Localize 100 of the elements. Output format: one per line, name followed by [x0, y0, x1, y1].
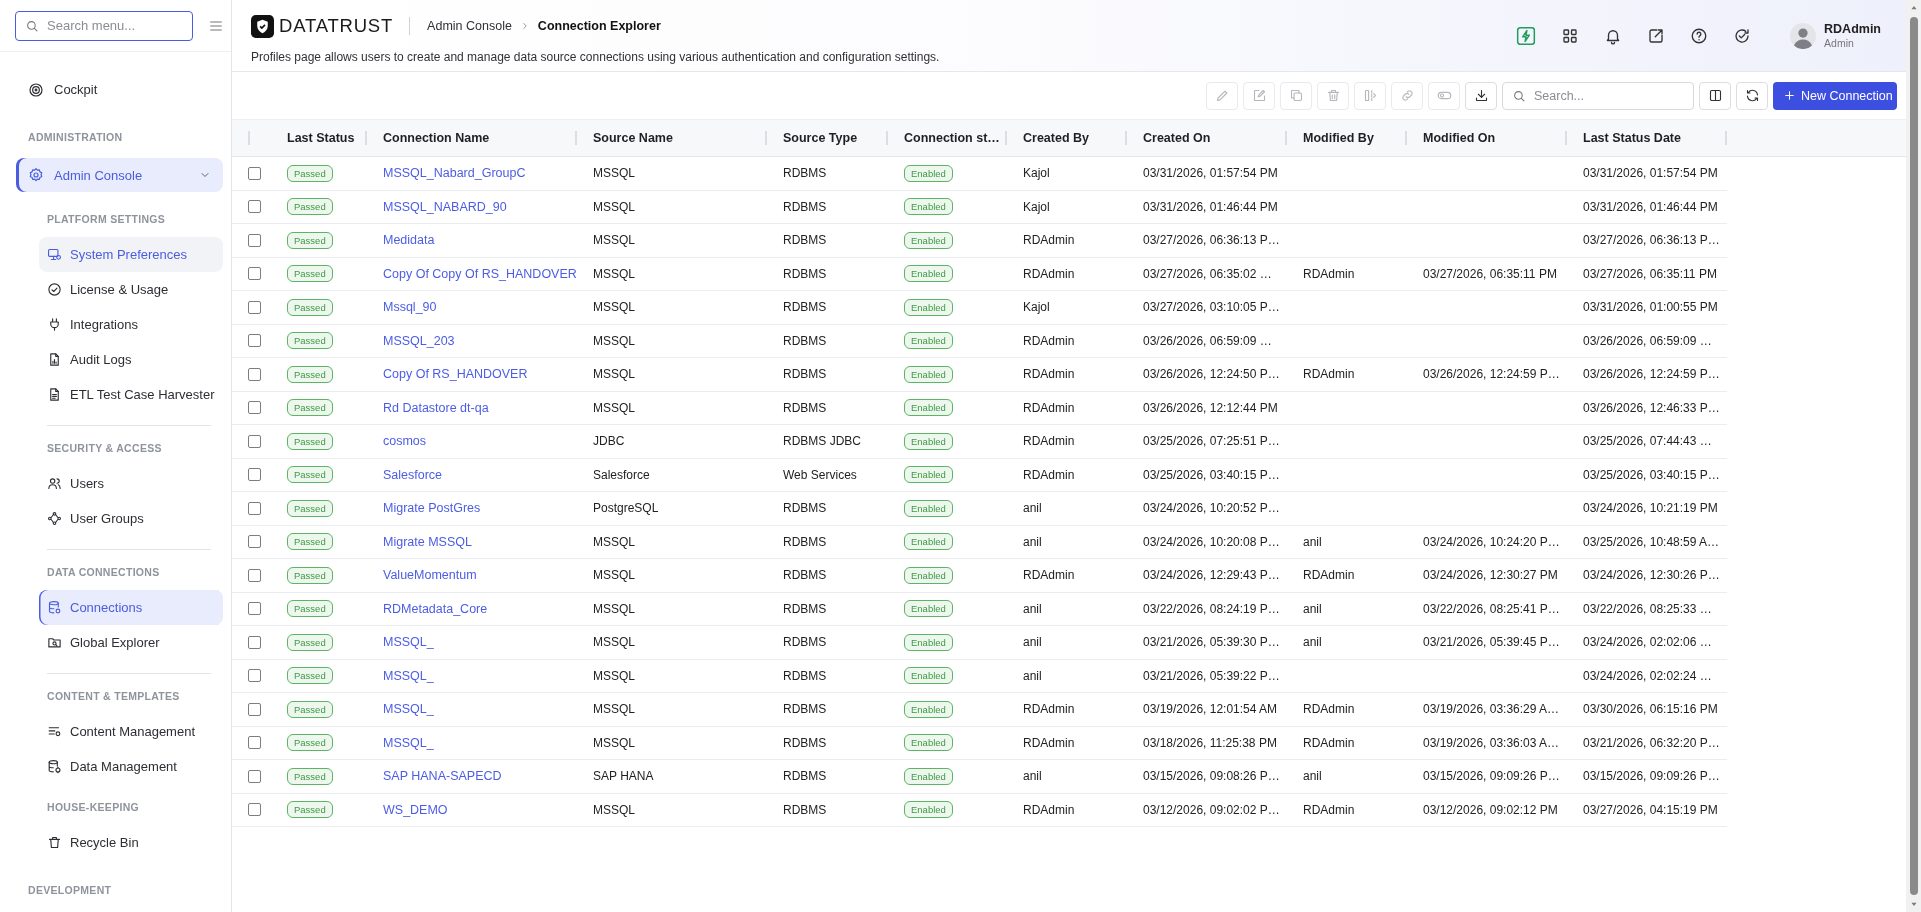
modified-on: 03/26/2026, 12:24:59 P…: [1423, 367, 1560, 382]
source-name: MSSQL: [593, 233, 635, 248]
checkbox[interactable]: [248, 401, 261, 415]
connection-link[interactable]: Migrate MSSQL: [383, 534, 472, 549]
nav-item[interactable]: Content Management: [39, 714, 223, 749]
checkbox[interactable]: [248, 233, 261, 247]
new-connection-button[interactable]: New Connection: [1773, 81, 1897, 110]
last-status-date: 03/30/2026, 06:15:16 PM: [1583, 702, 1718, 717]
status-badge: Passed: [287, 767, 333, 785]
source-type: RDBMS: [783, 702, 827, 717]
download-button[interactable]: [1465, 81, 1497, 110]
source-name: PostgreSQL: [593, 501, 659, 516]
source-name: MSSQL: [593, 735, 635, 750]
column-header[interactable]: Last Status: [287, 131, 355, 145]
checkbox[interactable]: [248, 535, 261, 549]
checkbox[interactable]: [248, 434, 261, 448]
nav-item[interactable]: Cockpit: [16, 72, 223, 107]
scrollbar[interactable]: [1906, 0, 1921, 912]
nav-item[interactable]: User Groups: [39, 501, 223, 536]
connection-link[interactable]: MSSQL_NABARD_90: [383, 199, 507, 214]
checkbox[interactable]: [248, 602, 261, 616]
nav-group[interactable]: Admin Console: [16, 158, 223, 192]
checkbox[interactable]: [248, 468, 261, 482]
modified-on: 03/27/2026, 06:35:11 PM: [1423, 266, 1557, 281]
checkbox[interactable]: [248, 300, 261, 314]
column-header[interactable]: Connection Name: [383, 131, 490, 145]
connection-link[interactable]: MSSQL_Nabard_GroupC: [383, 166, 526, 181]
column-header[interactable]: Source Type: [783, 131, 858, 145]
database-gear-icon: [47, 600, 62, 615]
connection-link[interactable]: SAP HANA-SAPECD: [383, 769, 502, 784]
lightning-icon[interactable]: [1516, 25, 1537, 46]
column-header[interactable]: Last Status Date: [1583, 131, 1681, 145]
connection-link[interactable]: WS_DEMO: [383, 802, 448, 817]
breadcrumb-item[interactable]: Admin Console: [427, 18, 512, 34]
checkbox[interactable]: [248, 568, 261, 582]
trash-icon: [1325, 88, 1341, 103]
nav-item[interactable]: License & Usage: [39, 272, 223, 307]
connection-link[interactable]: MSSQL_: [383, 735, 434, 750]
apps-grid-icon[interactable]: [1561, 26, 1580, 45]
checkbox[interactable]: [248, 367, 261, 381]
nav-item[interactable]: System Preferences: [39, 237, 223, 272]
source-type: RDBMS: [783, 601, 827, 616]
search-field[interactable]: Search menu...: [15, 10, 193, 41]
status-badge: Enabled: [904, 499, 953, 517]
checkbox[interactable]: [248, 267, 261, 281]
connection-link[interactable]: Salesforce: [383, 467, 443, 482]
modified-by: RDAdmin: [1303, 266, 1355, 281]
connection-link[interactable]: ValueMomentum: [383, 568, 477, 583]
connection-link[interactable]: Medidata: [383, 233, 435, 248]
nav-item[interactable]: Audit Logs: [39, 342, 223, 377]
checkbox[interactable]: [248, 669, 261, 683]
scrollbar-thumb[interactable]: [1909, 17, 1918, 895]
connection-link[interactable]: MSSQL_203: [383, 333, 455, 348]
source-type: Web Services: [783, 467, 857, 482]
connection-link[interactable]: MSSQL_: [383, 635, 434, 650]
created-by: Kajol: [1023, 166, 1050, 181]
checkbox[interactable]: [248, 334, 261, 348]
columns-button[interactable]: [1699, 81, 1731, 110]
status-badge: Enabled: [904, 734, 953, 752]
status-badge: Enabled: [904, 231, 953, 249]
connection-link[interactable]: Rd Datastore dt-qa: [383, 400, 489, 415]
connection-link[interactable]: MSSQL_: [383, 668, 434, 683]
checkbox[interactable]: [248, 769, 261, 783]
breadcrumb-item: Connection Explorer: [537, 18, 661, 34]
checkbox[interactable]: [248, 166, 261, 180]
checkbox[interactable]: [248, 635, 261, 649]
avatar-icon[interactable]: [1790, 22, 1817, 49]
source-type: RDBMS: [783, 501, 827, 516]
refresh-button[interactable]: [1736, 81, 1768, 110]
connection-link[interactable]: Copy Of Copy Of RS_HANDOVER: [383, 266, 577, 281]
column-header[interactable]: Source Name: [593, 131, 673, 145]
checkbox[interactable]: [248, 200, 261, 214]
modified-by: anil: [1303, 601, 1322, 616]
connection-link[interactable]: Migrate PostGres: [383, 501, 481, 516]
external-link-icon[interactable]: [1647, 26, 1666, 45]
nav-item[interactable]: Data Management: [39, 749, 223, 784]
column-header[interactable]: Created By: [1023, 131, 1089, 145]
nav-item[interactable]: ETL Test Case Harvester: [39, 377, 223, 412]
checkbox[interactable]: [248, 736, 261, 750]
nav-item[interactable]: Users: [39, 466, 223, 501]
column-header[interactable]: Modified By: [1303, 131, 1374, 145]
download-icon: [1473, 88, 1489, 103]
connection-link[interactable]: RDMetadata_Core: [383, 601, 488, 616]
checkbox[interactable]: [248, 803, 261, 817]
sync-check-icon[interactable]: [1733, 26, 1752, 45]
connection-link[interactable]: Mssql_90: [383, 300, 437, 315]
created-by: RDAdmin: [1023, 467, 1075, 482]
connection-link[interactable]: Copy Of RS_HANDOVER: [383, 367, 528, 382]
nav-item[interactable]: Integrations: [39, 307, 223, 342]
checkbox[interactable]: [248, 501, 261, 515]
connection-link[interactable]: MSSQL_: [383, 702, 434, 717]
connection-link[interactable]: cosmos: [383, 434, 427, 449]
nav-item[interactable]: Recycle Bin: [39, 825, 223, 860]
nav-item[interactable]: Global Explorer: [39, 625, 223, 660]
column-header[interactable]: Modified On: [1423, 131, 1496, 145]
checkbox[interactable]: [248, 702, 261, 716]
column-header[interactable]: Connection st…: [904, 131, 1000, 145]
help-icon[interactable]: [1690, 26, 1709, 45]
column-header[interactable]: Created On: [1143, 131, 1211, 145]
nav-item[interactable]: Connections: [39, 590, 223, 625]
